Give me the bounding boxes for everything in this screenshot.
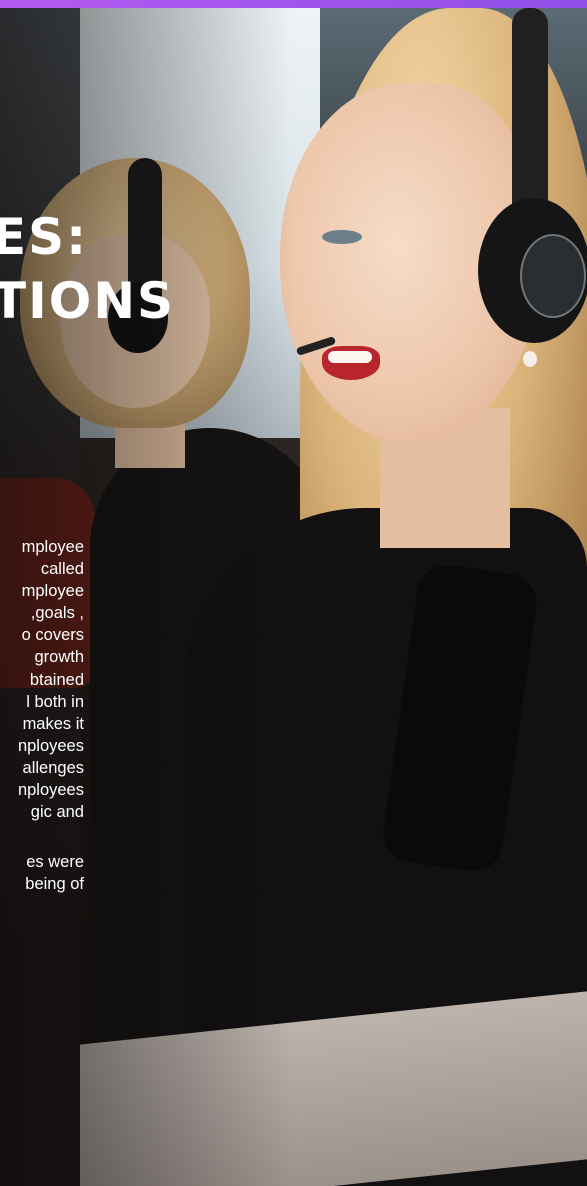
- text-line: , goals,: [30, 604, 84, 623]
- text-line: l both in: [26, 692, 84, 711]
- text-line: makes it: [22, 714, 84, 733]
- top-accent-bar: [0, 0, 587, 8]
- text-line: gic and: [30, 803, 84, 822]
- text-line: o covers: [21, 626, 84, 645]
- text-line: btained: [29, 670, 84, 689]
- text-line: mployee: [21, 538, 84, 556]
- text-line: nployees: [17, 736, 84, 755]
- text-line: nployees: [17, 781, 84, 800]
- heading-line-2: TIONS: [0, 272, 176, 330]
- page-heading: ES: TIONS: [0, 205, 175, 333]
- text-line: being of: [25, 875, 84, 894]
- intro-text: mployee called mployee , goals, o covers…: [0, 536, 84, 895]
- heading-line-1: ES:: [0, 208, 89, 266]
- text-line: growth: [34, 648, 84, 667]
- text-line: mployee: [21, 582, 84, 601]
- text-line: called: [40, 560, 84, 579]
- text-readability-overlay: [0, 8, 587, 1186]
- text-line: es were: [26, 853, 84, 872]
- text-line: allenges: [22, 758, 84, 777]
